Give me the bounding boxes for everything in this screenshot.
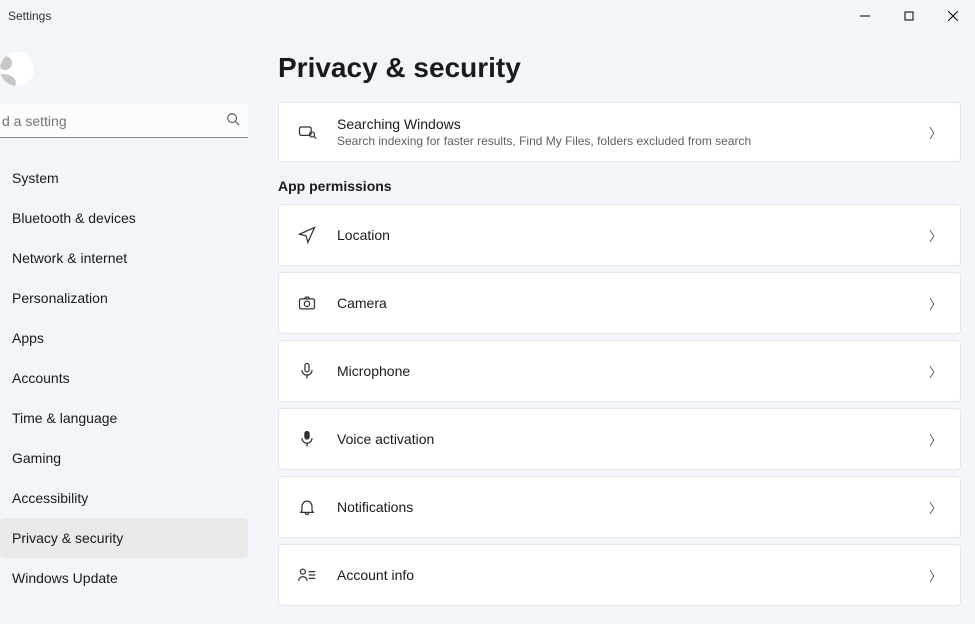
nav-label: Bluetooth & devices	[12, 210, 136, 226]
nav-gaming[interactable]: Gaming	[0, 438, 248, 478]
page-title: Privacy & security	[278, 52, 961, 84]
nav-windows-update[interactable]: Windows Update	[0, 558, 248, 598]
sidebar: System Bluetooth & devices Network & int…	[0, 32, 248, 624]
chevron-right-icon: 〉	[929, 498, 942, 517]
nav-label: Windows Update	[12, 570, 118, 586]
nav-label: Privacy & security	[12, 530, 123, 546]
section-app-permissions: App permissions	[278, 178, 961, 194]
nav-label: Network & internet	[12, 250, 127, 266]
card-camera[interactable]: Camera 〉	[278, 272, 961, 334]
camera-icon	[297, 293, 337, 313]
nav-privacy-security[interactable]: Privacy & security	[0, 518, 248, 558]
nav-bluetooth[interactable]: Bluetooth & devices	[0, 198, 248, 238]
card-label: Searching Windows	[337, 116, 929, 132]
nav-system[interactable]: System	[0, 158, 248, 198]
location-icon	[297, 225, 337, 245]
account-info-icon	[297, 565, 337, 585]
titlebar: Settings	[0, 0, 975, 32]
minimize-button[interactable]	[843, 0, 887, 32]
card-voice-activation[interactable]: Voice activation 〉	[278, 408, 961, 470]
microphone-icon	[297, 361, 337, 381]
maximize-button[interactable]	[887, 0, 931, 32]
card-notifications[interactable]: Notifications 〉	[278, 476, 961, 538]
chevron-right-icon: 〉	[929, 123, 942, 142]
avatar[interactable]	[0, 52, 248, 86]
search-box[interactable]	[0, 104, 248, 138]
nav-apps[interactable]: Apps	[0, 318, 248, 358]
card-location[interactable]: Location 〉	[278, 204, 961, 266]
card-label: Account info	[337, 567, 929, 583]
nav-label: Accessibility	[12, 490, 88, 506]
card-label: Microphone	[337, 363, 929, 379]
close-button[interactable]	[931, 0, 975, 32]
window-title: Settings	[8, 9, 51, 23]
nav-label: Gaming	[12, 450, 61, 466]
card-searching-windows[interactable]: Searching Windows Search indexing for fa…	[278, 102, 961, 162]
nav-time-language[interactable]: Time & language	[0, 398, 248, 438]
chevron-right-icon: 〉	[929, 294, 942, 313]
card-account-info[interactable]: Account info 〉	[278, 544, 961, 606]
chevron-right-icon: 〉	[929, 362, 942, 381]
card-sub: Search indexing for faster results, Find…	[337, 134, 929, 148]
card-microphone[interactable]: Microphone 〉	[278, 340, 961, 402]
nav-label: Apps	[12, 330, 44, 346]
search-indexing-icon	[297, 122, 337, 142]
chevron-right-icon: 〉	[929, 430, 942, 449]
card-label: Location	[337, 227, 929, 243]
card-label: Camera	[337, 295, 929, 311]
nav-personalization[interactable]: Personalization	[0, 278, 248, 318]
nav-label: Accounts	[12, 370, 70, 386]
chevron-right-icon: 〉	[929, 226, 942, 245]
nav-label: Time & language	[12, 410, 117, 426]
nav-label: System	[12, 170, 59, 186]
voice-icon	[297, 429, 337, 449]
card-label: Voice activation	[337, 431, 929, 447]
nav-accounts[interactable]: Accounts	[0, 358, 248, 398]
nav-network[interactable]: Network & internet	[0, 238, 248, 278]
search-input[interactable]	[2, 113, 226, 129]
search-icon	[226, 112, 240, 129]
nav-label: Personalization	[12, 290, 108, 306]
main: Privacy & security Searching Windows Sea…	[248, 32, 975, 624]
chevron-right-icon: 〉	[929, 566, 942, 585]
card-label: Notifications	[337, 499, 929, 515]
nav: System Bluetooth & devices Network & int…	[0, 158, 248, 598]
bell-icon	[297, 497, 337, 517]
nav-accessibility[interactable]: Accessibility	[0, 478, 248, 518]
